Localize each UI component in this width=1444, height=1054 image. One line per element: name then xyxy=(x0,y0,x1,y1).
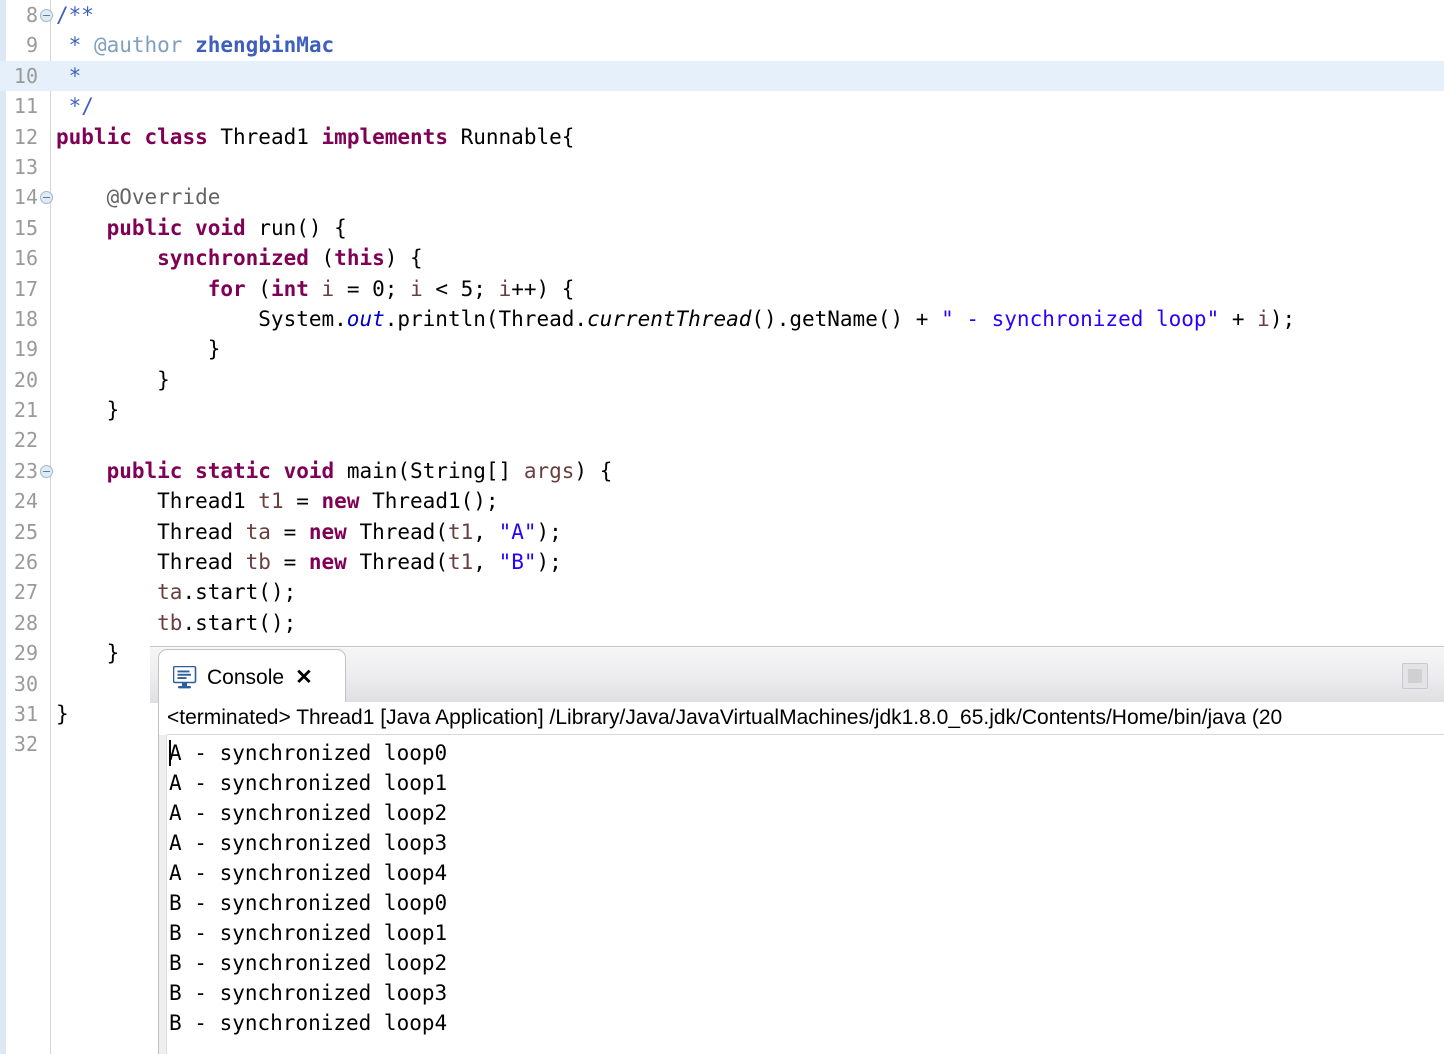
code-text: @Override xyxy=(106,185,221,210)
code-line[interactable]: 22 xyxy=(0,425,1444,455)
console-tab-label: Console xyxy=(207,665,285,689)
line-number: 11 xyxy=(13,94,38,119)
code-text: Thread ta = new Thread(t1, "A"); xyxy=(56,519,562,544)
code-text: System.out.println(Thread.currentThread(… xyxy=(56,306,1296,331)
code-line[interactable]: 20 } xyxy=(0,365,1444,395)
fold-collapse-icon[interactable] xyxy=(40,9,53,22)
console-monitor-icon xyxy=(172,665,198,689)
text-caret xyxy=(169,740,171,766)
code-line[interactable]: 10 * xyxy=(0,60,1444,92)
code-line[interactable]: 19 } xyxy=(0,334,1444,364)
code-text: tb.start(); xyxy=(157,610,297,635)
code-text: */ xyxy=(56,94,94,119)
code-line[interactable]: 12 public class Thread1 implements Runnab… xyxy=(0,122,1444,152)
line-number: 14 xyxy=(13,185,38,210)
console-output-line: B - synchronized loop2 xyxy=(169,951,448,975)
fold-collapse-icon[interactable] xyxy=(40,191,53,205)
code-line[interactable]: 23 public static void main(String[] args… xyxy=(0,456,1444,486)
line-number: 28 xyxy=(13,610,38,635)
code-text: Thread1 t1 = new Thread1(); xyxy=(56,489,499,514)
terminate-button[interactable] xyxy=(1402,663,1428,689)
console-output[interactable]: A - synchronized loop0 A - synchronized l… xyxy=(169,738,1439,1054)
line-number: 10 xyxy=(13,63,38,88)
line-number: 26 xyxy=(13,550,38,575)
console-output-line: B - synchronized loop0 xyxy=(169,891,448,915)
code-line[interactable]: 9 * @author zhengbinMac xyxy=(0,30,1444,60)
line-number: 22 xyxy=(13,428,38,453)
code-line[interactable]: 28 tb.start(); xyxy=(0,608,1444,638)
code-text: * xyxy=(56,63,82,88)
code-text: * @author zhengbinMac xyxy=(56,33,335,58)
code-text: } xyxy=(56,337,221,362)
line-number: 19 xyxy=(13,337,38,362)
code-line[interactable]: 17 for (int i = 0; i < 5; i++) { xyxy=(0,274,1444,304)
line-number: 30 xyxy=(13,671,38,696)
console-panel[interactable]: Console ✕ <terminated> Thread1 [Java App… xyxy=(150,646,1444,1054)
code-text: } xyxy=(56,367,170,392)
code-text: } xyxy=(56,701,69,726)
code-text: ta.start(); xyxy=(157,580,297,605)
line-number: 13 xyxy=(13,154,38,179)
console-output-line: B - synchronized loop3 xyxy=(169,981,448,1005)
code-line[interactable]: 13 xyxy=(0,152,1444,182)
console-output-line: A - synchronized loop4 xyxy=(169,861,448,885)
code-text: public void run() { xyxy=(106,215,347,240)
line-number: 15 xyxy=(13,215,38,240)
code-line[interactable]: 24 Thread1 t1 = new Thread1(); xyxy=(0,486,1444,516)
line-number: 16 xyxy=(13,246,38,271)
console-launch-header: <terminated> Thread1 [Java Application] … xyxy=(167,702,1444,735)
line-number: 17 xyxy=(13,276,38,301)
line-number: 31 xyxy=(13,701,38,726)
tab-console[interactable]: Console ✕ xyxy=(158,649,346,705)
line-number: 29 xyxy=(13,641,38,666)
code-line[interactable]: 27 ta.start(); xyxy=(0,577,1444,607)
code-text: } xyxy=(56,641,120,666)
console-output-line: B - synchronized loop4 xyxy=(169,1011,448,1035)
code-text: Thread tb = new Thread(t1, "B"); xyxy=(56,550,562,575)
code-text: public static void main(String[] args) { xyxy=(106,458,613,483)
code-text: public class Thread1 implements Runnable… xyxy=(56,124,575,149)
code-line[interactable]: 18 System.out.println(Thread.currentThre… xyxy=(0,304,1444,334)
code-line[interactable]: 15 public void run() { xyxy=(0,213,1444,243)
line-number: 18 xyxy=(13,306,38,331)
code-text: synchronized (this) { xyxy=(157,246,423,271)
fold-collapse-icon[interactable] xyxy=(40,464,53,478)
code-text: /** xyxy=(56,3,94,27)
line-number: 23 xyxy=(13,458,38,483)
code-text: } xyxy=(56,398,120,423)
line-number: 25 xyxy=(13,519,38,544)
line-number: 32 xyxy=(13,732,38,757)
console-body[interactable]: <terminated> Thread1 [Java Application] … xyxy=(158,702,1444,1054)
console-tab-bar: Console ✕ xyxy=(150,646,1444,705)
code-line[interactable]: 21 } xyxy=(0,395,1444,425)
line-number: 20 xyxy=(13,367,38,392)
code-line[interactable]: 14 @Override xyxy=(0,182,1444,212)
console-output-line: A - synchronized loop3 xyxy=(169,831,448,855)
console-output-line: A - synchronized loop1 xyxy=(169,771,448,795)
line-number: 8 xyxy=(25,3,38,27)
line-number: 9 xyxy=(25,33,38,58)
line-number: 27 xyxy=(13,580,38,605)
line-number: 21 xyxy=(13,398,38,423)
console-output-line: A - synchronized loop0 xyxy=(169,740,448,766)
console-left-gutter xyxy=(159,735,167,1054)
code-text: for (int i = 0; i < 5; i++) { xyxy=(207,276,575,301)
line-number: 12 xyxy=(13,124,38,149)
code-line[interactable]: 26 Thread tb = new Thread(t1, "B"); xyxy=(0,547,1444,577)
console-output-line: B - synchronized loop1 xyxy=(169,921,448,945)
code-line[interactable]: 11 */ xyxy=(0,91,1444,121)
code-line[interactable]: 16 synchronized (this) { xyxy=(0,243,1444,273)
code-line[interactable]: 25 Thread ta = new Thread(t1, "A"); xyxy=(0,517,1444,547)
close-icon[interactable]: ✕ xyxy=(295,665,313,690)
line-number: 24 xyxy=(13,489,38,514)
code-line[interactable]: 8 /** xyxy=(0,0,1444,30)
console-output-line: A - synchronized loop2 xyxy=(169,801,448,825)
